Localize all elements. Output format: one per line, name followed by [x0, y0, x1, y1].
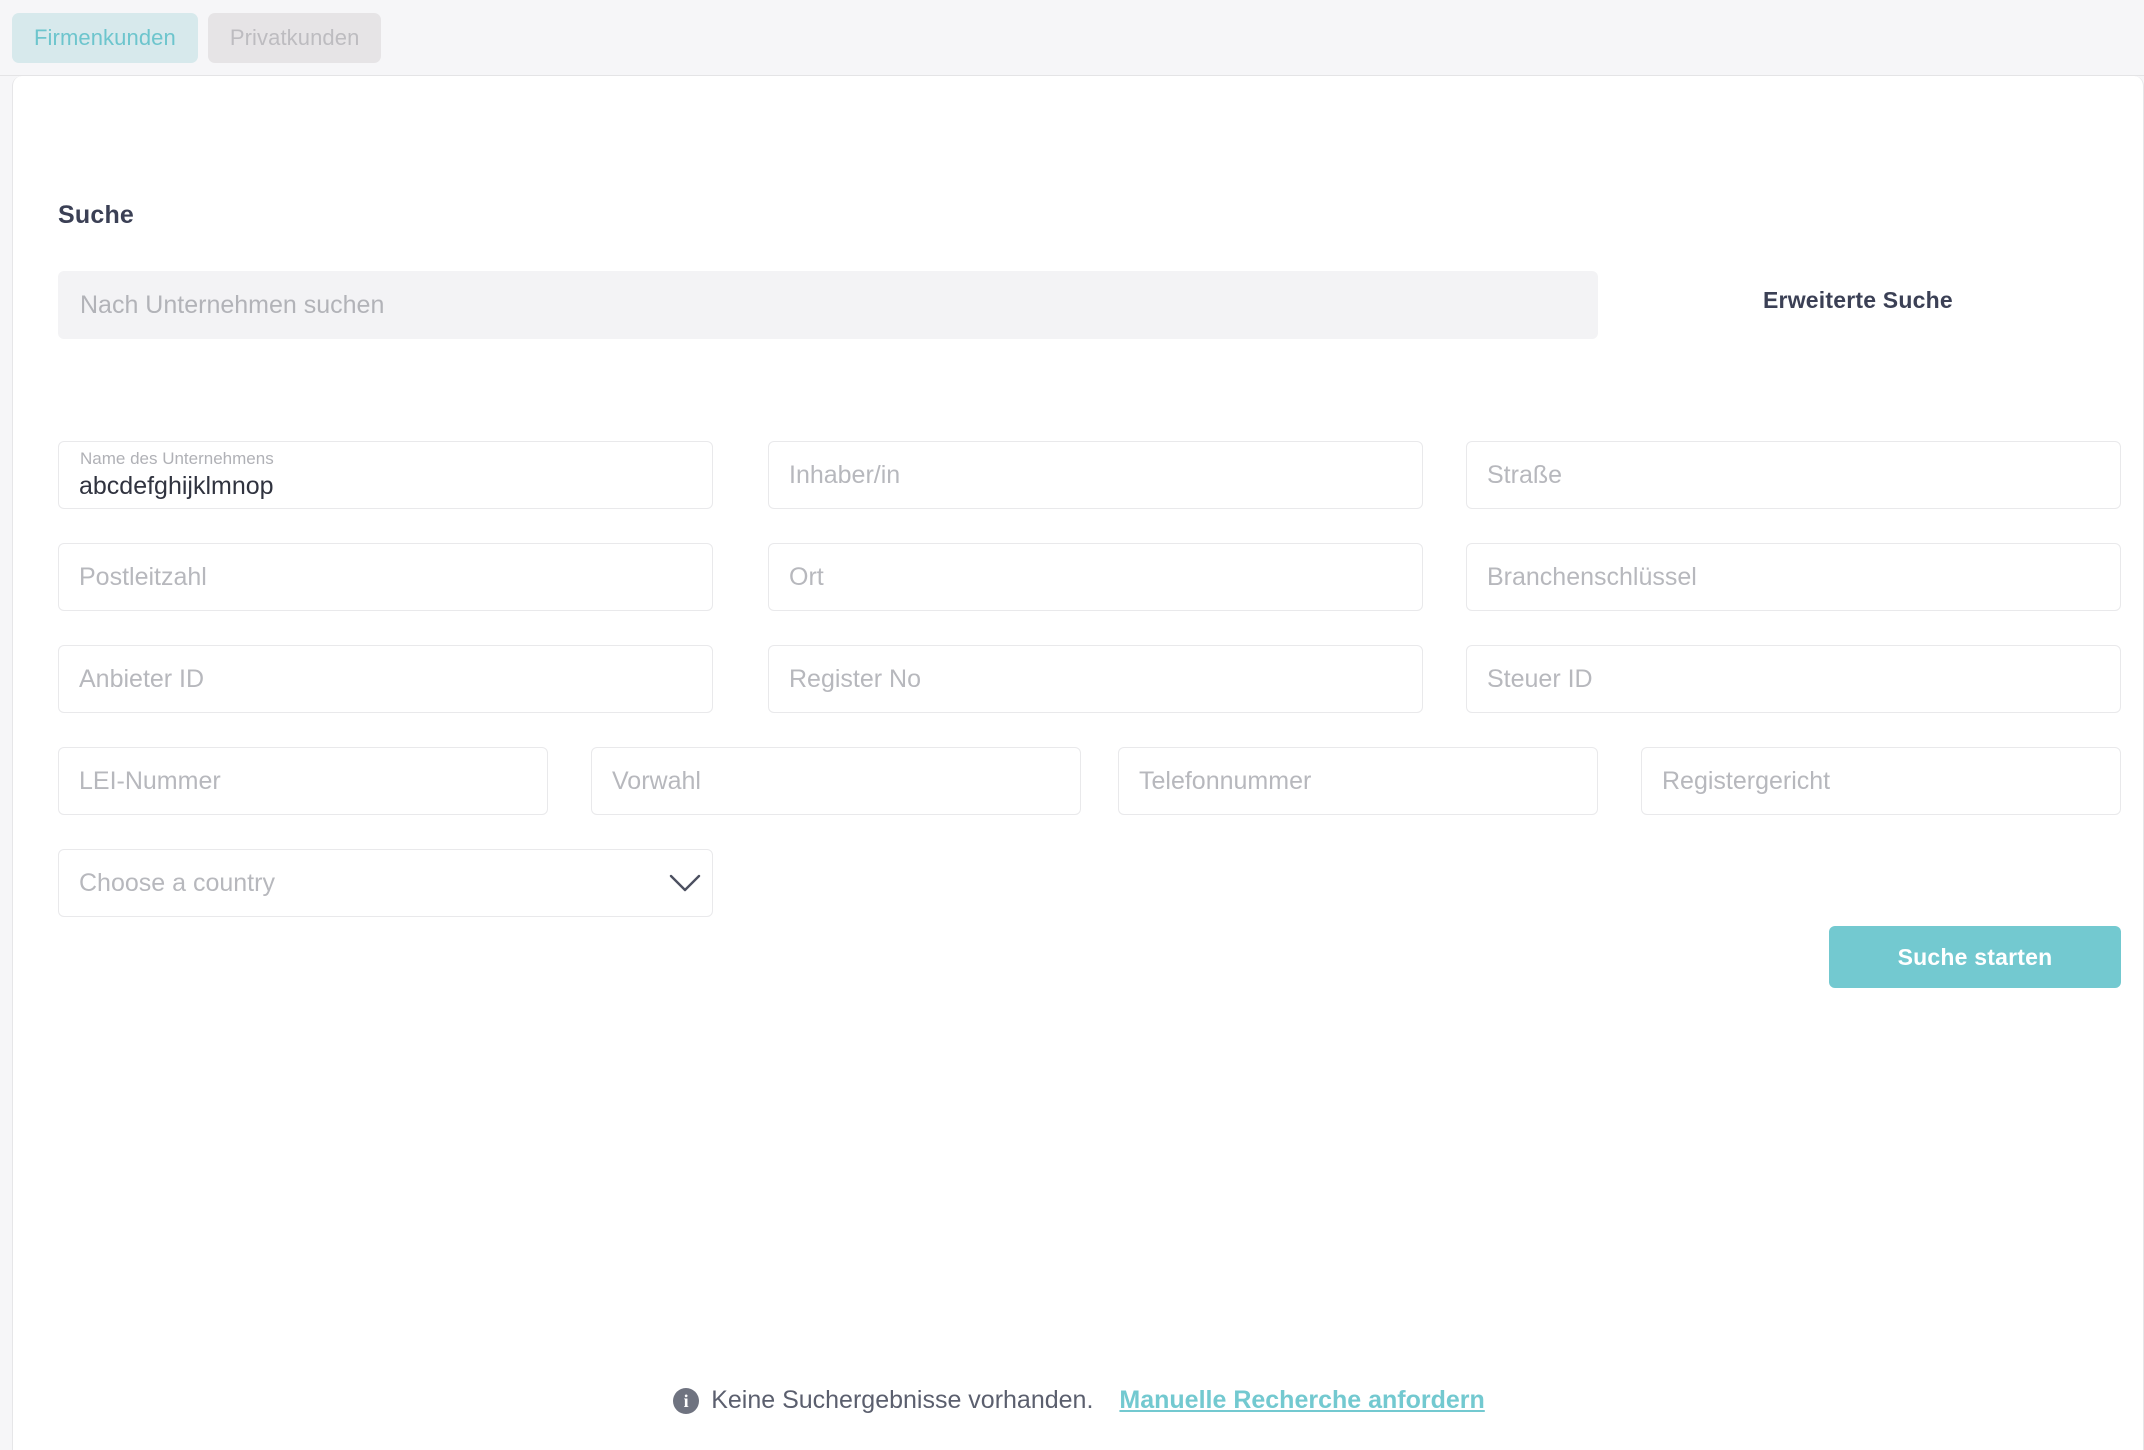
input-tax-id[interactable] [1467, 646, 2120, 712]
field-lei-number [58, 747, 548, 815]
field-tax-id [1466, 645, 2121, 713]
field-city [768, 543, 1423, 611]
info-icon: i [673, 1387, 700, 1414]
field-phone-number [1118, 747, 1598, 815]
input-industry-code[interactable] [1467, 544, 2120, 610]
search-card: Suche Erweiterte Suche Name des Unterneh… [12, 76, 2144, 1450]
status-message: Keine Suchergebnisse vorhanden. [711, 1386, 1094, 1414]
input-phone-number[interactable] [1119, 748, 1597, 814]
search-status-bar: i Keine Suchergebnisse vorhanden. Manuel… [13, 1386, 2144, 1415]
chevron-down-icon [658, 872, 712, 894]
field-street [1466, 441, 2121, 509]
input-owner[interactable] [769, 442, 1422, 508]
field-owner [768, 441, 1423, 509]
field-register-court [1641, 747, 2121, 815]
tab-firmenkunden[interactable]: Firmenkunden [12, 12, 198, 63]
input-provider-id[interactable] [59, 646, 712, 712]
advanced-search-toggle[interactable]: Erweiterte Suche [1763, 287, 1953, 314]
tab-privatkunden[interactable]: Privatkunden [207, 12, 382, 63]
input-area-code[interactable] [592, 748, 1080, 814]
input-register-court[interactable] [1642, 748, 2120, 814]
input-lei-number[interactable] [59, 748, 547, 814]
field-postal-code [58, 543, 713, 611]
input-street[interactable] [1467, 442, 2120, 508]
field-company-name: Name des Unternehmens [58, 441, 713, 509]
input-postal-code[interactable] [59, 544, 712, 610]
input-city[interactable] [769, 544, 1422, 610]
page-title: Suche [58, 201, 135, 229]
customer-type-tabstrip: Firmenkunden Privatkunden [0, 0, 2144, 76]
field-register-no [768, 645, 1423, 713]
quick-search-input[interactable] [58, 271, 1598, 339]
input-register-no[interactable] [769, 646, 1422, 712]
country-select[interactable]: Choose a country [58, 849, 713, 917]
input-company-name[interactable] [59, 442, 712, 508]
field-industry-code [1466, 543, 2121, 611]
manual-research-link[interactable]: Manuelle Recherche anfordern [1119, 1386, 1484, 1415]
field-area-code [591, 747, 1081, 815]
country-select-value: Choose a country [79, 868, 275, 897]
field-provider-id [58, 645, 713, 713]
start-search-button[interactable]: Suche starten [1829, 926, 2121, 988]
